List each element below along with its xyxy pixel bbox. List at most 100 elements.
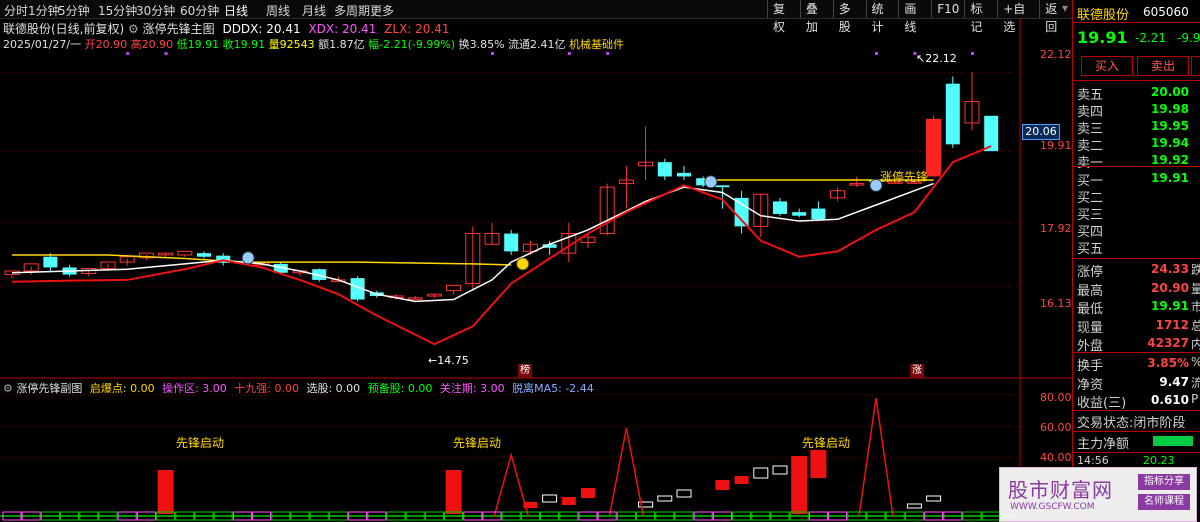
- smile-icon: [241, 251, 255, 265]
- small-bar: [734, 476, 749, 484]
- candle-body: [945, 83, 960, 145]
- candle-body: [677, 172, 691, 177]
- price-axis-4: 16.13: [1040, 297, 1072, 310]
- sub-chart-header: ⚙ 涨停先锋副图 启爆点: 0.00 操作区: 3.00 十九强: 0.00 选…: [3, 380, 594, 396]
- ask-row: 卖四 19.98: [1077, 102, 1189, 120]
- gzq-value: 关注期: 3.00: [439, 382, 505, 395]
- candle-body: [197, 253, 211, 257]
- more-button[interactable]: [1191, 56, 1200, 76]
- sell-button[interactable]: 卖出: [1137, 56, 1189, 76]
- tick-price: 20.23: [1143, 454, 1175, 467]
- watermark-tag-1: 指标分享: [1138, 474, 1190, 490]
- candle-body: [984, 115, 999, 152]
- net-main-label: 主力净额: [1077, 437, 1130, 452]
- watermark-url: WWW.GSCFW.COM: [1010, 502, 1095, 512]
- watermark-title: 股市财富网: [1008, 478, 1113, 502]
- candle-body: [734, 197, 749, 227]
- purple-dot: [164, 52, 168, 55]
- bid-row: 买四: [1077, 225, 1104, 240]
- sub-axis-40: 40.00: [1040, 451, 1072, 464]
- smile-icon: [516, 257, 530, 271]
- candle-body: [177, 250, 193, 256]
- price-axis-2: 19.91: [1040, 139, 1072, 152]
- stat-row: 现量 1712 总: [1077, 317, 1200, 336]
- candle-body: [504, 233, 519, 252]
- signal-bar: [791, 456, 808, 514]
- small-bar: [561, 497, 576, 505]
- hollow-bar: [753, 467, 769, 479]
- signal-bar: [445, 470, 462, 514]
- ask-row: 卖二 19.94: [1077, 136, 1189, 154]
- smile-icon: [704, 175, 718, 189]
- purple-dot: [875, 52, 878, 55]
- small-bar: [581, 488, 595, 498]
- sub-indicator-name[interactable]: 涨停先锋副图: [16, 382, 82, 395]
- hollow-bar: [676, 489, 692, 498]
- purple-dot: [971, 52, 974, 55]
- launch-label-3: 先锋启动: [802, 436, 851, 450]
- red-line: [11, 145, 992, 346]
- price-axis-top: 22.12: [1040, 48, 1072, 61]
- candle-body: [657, 162, 672, 177]
- hollow-bar: [926, 495, 942, 502]
- hollow-bar: [542, 494, 558, 503]
- zhang-marker: 涨: [910, 364, 924, 378]
- launch-label-1: 先锋启动: [176, 436, 225, 450]
- stat-row: 收益(三) 0.610 P: [1077, 392, 1199, 411]
- watermark-tag-2: 名师课程: [1138, 494, 1190, 510]
- purple-dot: [126, 52, 130, 55]
- last-price: 19.91: [1077, 28, 1128, 47]
- ybg-value: 预备股: 0.00: [367, 382, 433, 395]
- ask-row: 卖三 19.95: [1077, 119, 1189, 137]
- stat-row: 换手3.85%%: [1077, 355, 1200, 374]
- spike-line: [493, 452, 529, 517]
- price-change-pct: -9.99: [1177, 31, 1200, 45]
- candle-body: [792, 212, 807, 216]
- candle-body: [715, 185, 730, 188]
- signal-bar: [157, 470, 174, 514]
- net-main-bar: [1153, 436, 1193, 446]
- bid-row: 买五: [1077, 242, 1104, 257]
- watermark: 股市财富网 WWW.GSCFW.COM 指标分享 名师课程: [999, 467, 1197, 522]
- stock-name: 联德股份: [1077, 8, 1130, 23]
- low-annotation: ←14.75: [428, 354, 469, 367]
- stat-row: 涨停 24.33 跌: [1077, 262, 1200, 280]
- stat-row: 外盘 42327 内: [1077, 336, 1200, 354]
- price-change: -2.21: [1135, 31, 1167, 45]
- stat-row: 最低 19.91 市: [1077, 299, 1200, 317]
- bang-marker: 榜: [518, 364, 532, 378]
- hollow-bar: [657, 495, 673, 502]
- qb-value: 启爆点: 0.00: [89, 382, 155, 395]
- stock-code: 605060: [1143, 5, 1189, 19]
- limit-up-candle: [926, 119, 941, 177]
- ask-row: 卖五 20.00: [1077, 85, 1189, 103]
- candle-body: [43, 256, 58, 268]
- signal-bar: [810, 450, 827, 478]
- price-axis-3: 17.92: [1040, 222, 1072, 235]
- small-bar: [715, 480, 730, 490]
- tick-time: 14:56: [1077, 454, 1109, 467]
- bid-row: 买一 19.91: [1077, 171, 1189, 189]
- xg-value: 选股: 0.00: [306, 382, 361, 395]
- trade-status: 交易状态:闭市阶段: [1077, 416, 1186, 431]
- bid-row: 买三: [1077, 208, 1104, 223]
- tl-value: 脱离MA5: -2.44: [512, 382, 594, 395]
- purple-dot: [491, 52, 494, 55]
- purple-dot: [606, 52, 610, 55]
- quote-panel: 联德股份 605060 19.91 -2.21 -9.99 买入 卖出 卖五20…: [1072, 0, 1200, 522]
- kline-chart[interactable]: [0, 0, 1072, 522]
- buy-button[interactable]: 买入: [1081, 56, 1133, 76]
- launch-label-2: 先锋启动: [453, 436, 502, 450]
- sjq-value: 十九强: 0.00: [234, 382, 299, 395]
- high-annotation: ↖22.12: [916, 52, 957, 65]
- candle-body: [773, 201, 787, 214]
- sub-axis-80: 80.00: [1040, 391, 1072, 404]
- purple-dot: [567, 52, 571, 55]
- candle-body: [811, 208, 826, 220]
- settings-icon[interactable]: ⚙: [3, 382, 13, 395]
- current-price-tag: 20.06: [1022, 124, 1060, 140]
- stat-row: 净资 9.47 流: [1077, 374, 1200, 393]
- stat-row: 最高 20.90 量: [1077, 280, 1200, 299]
- signal-label: 涨停先锋: [880, 170, 929, 184]
- bid-row: 买二: [1077, 191, 1104, 206]
